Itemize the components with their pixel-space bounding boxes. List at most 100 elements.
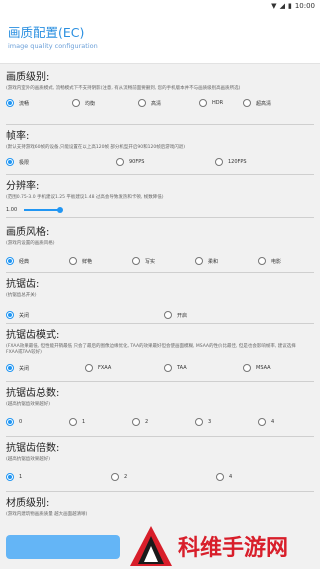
signal-icon: ◢ xyxy=(279,1,285,10)
radio-option[interactable]: 3 xyxy=(195,418,258,426)
radio-option[interactable]: 4 xyxy=(258,418,274,426)
watermark-logo-icon xyxy=(130,525,172,566)
quality-level-options: 流畅 均衡 高清 HDR 超高清 xyxy=(6,99,314,107)
radio-icon[interactable] xyxy=(243,99,251,107)
frame-rate-options: 极限 90FPS 120FPS xyxy=(6,158,314,166)
radio-checked-icon[interactable] xyxy=(6,364,14,372)
radio-checked-icon[interactable] xyxy=(6,158,14,166)
radio-icon[interactable] xyxy=(69,257,77,265)
radio-option[interactable]: 电影 xyxy=(258,257,281,265)
section-aa-multiplier: 抗锯齿倍数: (越高抗锯齿效果越好) 1 2 4 xyxy=(6,437,314,492)
aa-multiplier-options: 1 2 4 xyxy=(6,473,314,481)
radio-icon[interactable] xyxy=(216,473,224,481)
radio-option[interactable]: 柔和 xyxy=(195,257,258,265)
radio-icon[interactable] xyxy=(258,418,266,426)
slider-thumb[interactable] xyxy=(57,207,64,213)
section-description: (越高抗锯齿效果越好) xyxy=(6,402,51,407)
radio-icon[interactable] xyxy=(243,364,251,372)
radio-option[interactable]: 高清 xyxy=(138,99,199,107)
radio-option[interactable]: FXAA xyxy=(85,364,164,372)
section-description: (抗锯齿总开关) xyxy=(6,293,37,298)
radio-icon[interactable] xyxy=(116,158,124,166)
section-anti-aliasing: 抗锯齿: (抗锯齿总开关) 关闭 开启 xyxy=(6,273,314,324)
section-description: (默认支持游戏60帧的设备,只能设置在以上高120帧 部分机型开启90和120帧… xyxy=(6,145,185,150)
aa-count-options: 0 1 2 3 4 xyxy=(6,418,314,426)
radio-option[interactable]: HDR xyxy=(199,99,243,107)
section-title: 抗锯齿总数: xyxy=(6,388,60,399)
radio-checked-icon[interactable] xyxy=(6,311,14,319)
radio-icon[interactable] xyxy=(195,418,203,426)
radio-option[interactable]: 120FPS xyxy=(215,158,247,166)
radio-option[interactable]: 1 xyxy=(69,418,132,426)
section-title: 材质级别: xyxy=(6,498,50,509)
radio-icon[interactable] xyxy=(138,99,146,107)
section-title: 画质风格: xyxy=(6,227,50,238)
anti-aliasing-options: 关闭 开启 xyxy=(6,311,314,319)
section-material-level: 材质级别: (游戏内建筑物画质质量 越大画面越清晰) xyxy=(6,492,314,518)
section-title: 抗锯齿: xyxy=(6,279,40,290)
section-description: (游戏内建筑物画质质量 越大画面越清晰) xyxy=(6,512,88,517)
radio-checked-icon[interactable] xyxy=(6,418,14,426)
radio-option[interactable]: 经典 xyxy=(6,257,69,265)
section-frame-rate: 帧率: (默认支持游戏60帧的设备,只能设置在以上高120帧 部分机型开启90和… xyxy=(6,125,314,175)
radio-option[interactable]: 均衡 xyxy=(72,99,138,107)
radio-option[interactable]: 极限 xyxy=(6,158,116,166)
radio-icon[interactable] xyxy=(215,158,223,166)
section-description: (越高抗锯齿效果越好) xyxy=(6,457,51,462)
section-title: 画质级别: xyxy=(6,72,50,83)
radio-icon[interactable] xyxy=(85,364,93,372)
radio-icon[interactable] xyxy=(199,99,207,107)
section-title: 帧率: xyxy=(6,131,30,142)
radio-icon[interactable] xyxy=(111,473,119,481)
settings-list: 画质级别: (游戏内室外的画质模式, 流畅模式下不支持阴影(注意, 有从流畅前面… xyxy=(0,64,320,518)
section-quality-level: 画质级别: (游戏内室外的画质模式, 流畅模式下不支持阴影(注意, 有从流畅前面… xyxy=(6,64,314,125)
radio-icon[interactable] xyxy=(132,257,140,265)
section-title: 分辨率: xyxy=(6,181,40,192)
section-description: (范围0.75-3.0 手机建议1.25 平板建议1.48 过高会导致发热和卡顿… xyxy=(6,195,164,200)
section-style: 画质风格: (游戏内设置的画质风格) 经典 鲜艳 写实 柔和 电影 xyxy=(6,218,314,273)
watermark-text: 科维手游网 xyxy=(178,535,289,561)
radio-option[interactable]: 超高清 xyxy=(243,99,271,107)
radio-option[interactable]: 鲜艳 xyxy=(69,257,132,265)
section-description: (FXAA效果最低, 但性能开销最低 只会了最后的图像边缘优化, TAA的效果最… xyxy=(6,344,296,355)
radio-option[interactable]: 流畅 xyxy=(6,99,72,107)
radio-checked-icon[interactable] xyxy=(6,473,14,481)
radio-icon[interactable] xyxy=(195,257,203,265)
radio-option[interactable]: 1 xyxy=(6,473,111,481)
radio-option[interactable]: 4 xyxy=(216,473,232,481)
radio-option[interactable]: 关闭 xyxy=(6,311,164,319)
page-subtitle: image quality configuration xyxy=(8,42,98,50)
radio-option[interactable]: 2 xyxy=(111,473,216,481)
radio-option[interactable]: TAA xyxy=(164,364,243,372)
section-aa-count: 抗锯齿总数: (越高抗锯齿效果越好) 0 1 2 3 4 xyxy=(6,382,314,437)
radio-icon[interactable] xyxy=(164,364,172,372)
status-bar: ▼ ◢ ▮ 10:00 xyxy=(0,0,320,12)
app-header: 画质配置(EC) image quality configuration xyxy=(0,12,320,64)
radio-icon[interactable] xyxy=(69,418,77,426)
section-title: 抗锯齿倍数: xyxy=(6,443,60,454)
radio-option[interactable]: 2 xyxy=(132,418,195,426)
resolution-slider[interactable] xyxy=(24,207,64,213)
radio-option[interactable]: 关闭 xyxy=(6,364,85,372)
status-time: 10:00 xyxy=(294,2,315,10)
radio-icon[interactable] xyxy=(258,257,266,265)
radio-option[interactable]: 写实 xyxy=(132,257,195,265)
radio-icon[interactable] xyxy=(132,418,140,426)
radio-option[interactable]: MSAA xyxy=(243,364,271,372)
radio-option[interactable]: 开启 xyxy=(164,311,187,319)
aa-mode-options: 关闭 FXAA TAA MSAA xyxy=(6,364,314,372)
style-options: 经典 鲜艳 写实 柔和 电影 xyxy=(6,257,314,265)
radio-checked-icon[interactable] xyxy=(6,257,14,265)
wifi-icon: ▼ xyxy=(271,1,277,10)
radio-option[interactable]: 0 xyxy=(6,418,69,426)
watermark: 科维手游网 xyxy=(128,522,320,569)
radio-icon[interactable] xyxy=(72,99,80,107)
radio-icon[interactable] xyxy=(164,311,172,319)
radio-checked-icon[interactable] xyxy=(6,99,14,107)
section-resolution: 分辨率: (范围0.75-3.0 手机建议1.25 平板建议1.48 过高会导致… xyxy=(6,175,314,218)
section-description: (游戏内设置的画质风格) xyxy=(6,241,55,246)
apply-button[interactable] xyxy=(6,535,120,559)
radio-option[interactable]: 90FPS xyxy=(116,158,215,166)
section-title: 抗锯齿模式: xyxy=(6,330,60,341)
resolution-value: 1.00 xyxy=(6,207,18,213)
